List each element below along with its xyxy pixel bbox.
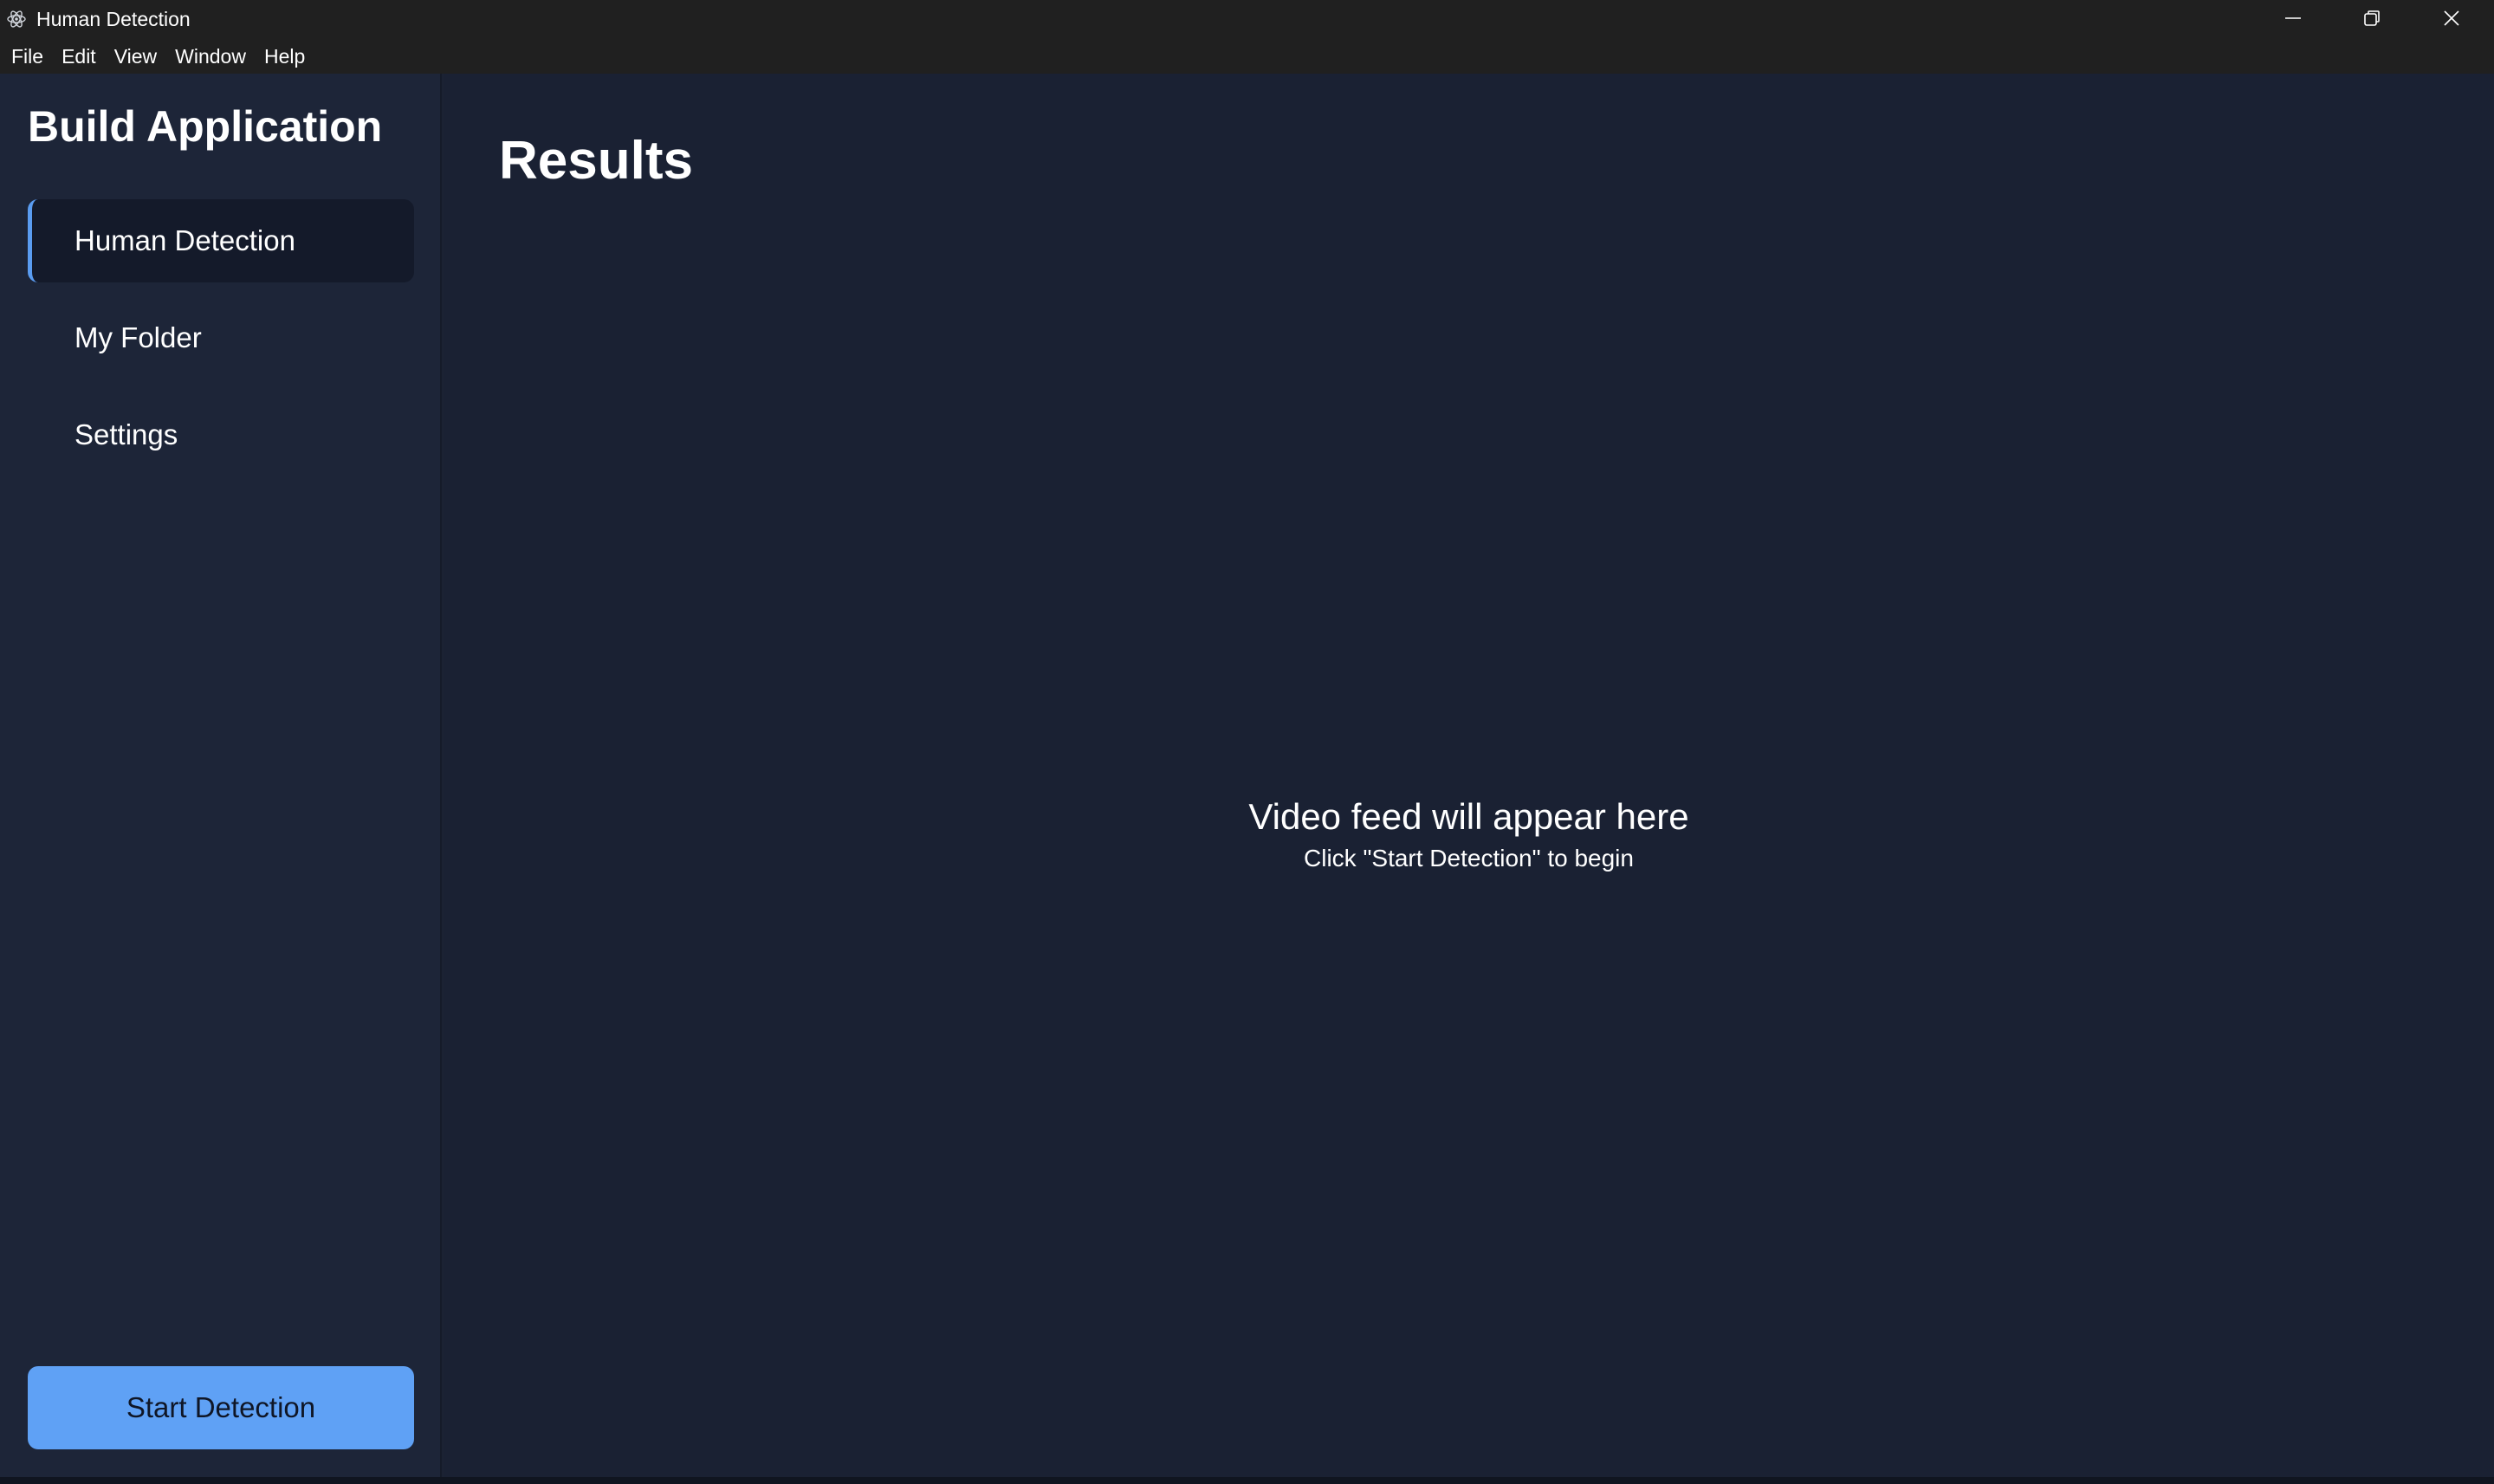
- menu-help[interactable]: Help: [257, 39, 316, 74]
- menu-view[interactable]: View: [107, 39, 168, 74]
- electron-atom-icon: [6, 9, 27, 29]
- window-title: Human Detection: [36, 8, 191, 30]
- sidebar-item-label: Human Detection: [74, 224, 295, 256]
- sidebar: Build Application Human Detection My Fol…: [0, 74, 442, 1477]
- menu-file[interactable]: File: [4, 39, 55, 74]
- restore-icon: [2362, 9, 2381, 31]
- start-detection-button[interactable]: Start Detection: [28, 1366, 414, 1449]
- sidebar-item-human-detection[interactable]: Human Detection: [28, 199, 414, 282]
- title-bar: Human Detection: [0, 0, 2494, 39]
- minimize-icon: [2283, 9, 2303, 31]
- window-bottom-edge: [0, 1477, 2494, 1484]
- sidebar-item-label: My Folder: [74, 321, 202, 353]
- video-feed-placeholder: Video feed will appear here Click "Start…: [444, 793, 2494, 876]
- menu-bar: File Edit View Window Help: [0, 39, 2494, 74]
- placeholder-hint: Click "Start Detection" to begin: [1304, 845, 1634, 872]
- minimize-button[interactable]: [2253, 0, 2333, 39]
- close-button[interactable]: [2412, 0, 2491, 39]
- main-panel: Results Video feed will appear here Clic…: [444, 74, 2494, 1477]
- sidebar-item-label: Settings: [74, 418, 178, 450]
- menu-edit[interactable]: Edit: [55, 39, 107, 74]
- sidebar-item-settings[interactable]: Settings: [28, 393, 414, 476]
- page-title: Results: [499, 131, 693, 191]
- placeholder-heading: Video feed will appear here: [1248, 796, 1689, 837]
- sidebar-title: Build Application: [28, 102, 383, 151]
- menu-window[interactable]: Window: [168, 39, 257, 74]
- restore-button[interactable]: [2332, 0, 2412, 39]
- close-icon: [2442, 9, 2461, 31]
- sidebar-item-my-folder[interactable]: My Folder: [28, 296, 414, 379]
